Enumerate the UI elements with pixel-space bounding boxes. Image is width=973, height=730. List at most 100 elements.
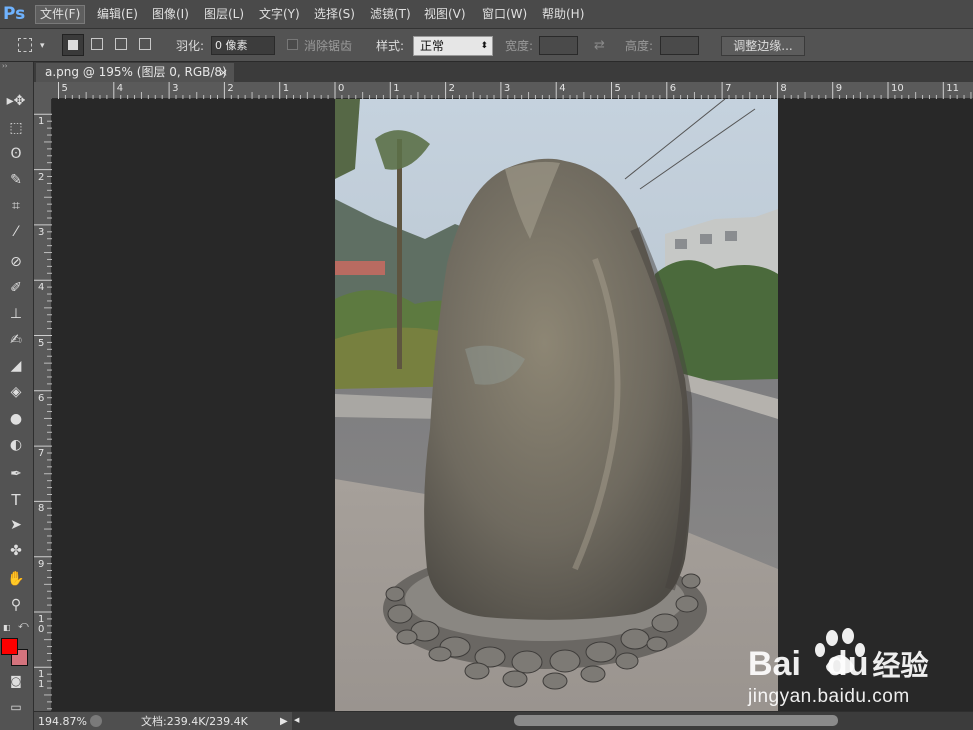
zoom-level[interactable]: 194.87%	[38, 714, 87, 729]
healing-icon[interactable]: ⊘	[4, 251, 28, 273]
antialias-checkbox[interactable]	[287, 39, 298, 50]
ruler-label: 4	[38, 282, 45, 294]
menu-bar: Ps 文件(F) 编辑(E) 图像(I) 图层(L) 文字(Y) 选择(S) 滤…	[0, 0, 973, 29]
screen-mode-icon[interactable]: ▭	[4, 696, 28, 718]
blur-icon[interactable]: ●	[4, 408, 28, 430]
ruler-label: 1	[393, 83, 400, 94]
canvas-area[interactable]	[52, 99, 973, 711]
horizontal-scrollbar[interactable]: ◀	[292, 712, 973, 730]
ruler-label: 6	[38, 392, 45, 404]
ruler-label: 6	[669, 83, 677, 94]
quick-mask-icon[interactable]: ◙	[4, 670, 28, 692]
brush-icon[interactable]: ✐	[4, 277, 28, 299]
menu-file[interactable]: 文件(F)	[35, 5, 86, 24]
feather-input[interactable]: 0 像素	[211, 36, 275, 55]
intersect-selection-icon[interactable]	[139, 38, 151, 50]
ruler-label: 3	[38, 226, 45, 238]
menu-type[interactable]: 文字(Y)	[255, 5, 304, 24]
new-selection-button[interactable]	[62, 34, 84, 56]
scroll-left-icon[interactable]: ◀	[294, 713, 299, 728]
document-tab-title: a.png @ 195% (图层 0, RGB/8)	[45, 65, 227, 79]
watermark-url: jingyan.baidu.com	[748, 686, 910, 707]
hand-icon[interactable]: ✋	[4, 568, 28, 590]
ruler-label: 2	[448, 83, 455, 94]
watermark-cn: 经验	[872, 650, 929, 681]
scrollbar-thumb[interactable]	[514, 715, 838, 726]
ruler-label: 8	[780, 83, 787, 94]
ruler-label: 10	[891, 83, 904, 94]
shape-icon[interactable]: ✤	[4, 540, 28, 562]
rock-photo	[335, 99, 778, 711]
height-input[interactable]	[660, 36, 699, 55]
subtract-selection-icon[interactable]	[115, 38, 127, 50]
ruler-label: 1 0	[38, 614, 45, 635]
baidu-jingyan-watermark: Bai du 经验 jingyan.baidu.com	[748, 624, 973, 710]
stamp-icon[interactable]: ⊥	[4, 303, 28, 325]
pen-icon[interactable]: ✒	[4, 463, 28, 485]
marquee-icon[interactable]: ⬚	[4, 117, 28, 139]
crop-icon[interactable]: ⌗	[4, 195, 28, 217]
menu-view[interactable]: 视图(V)	[420, 5, 470, 24]
lasso-icon[interactable]: ʘ	[4, 143, 28, 165]
path-select-icon[interactable]: ➤	[4, 514, 28, 536]
swap-colors-icon[interactable]: ⤺	[18, 620, 29, 631]
document-image[interactable]	[335, 99, 778, 711]
swap-icon[interactable]: ⇄	[594, 37, 605, 55]
watermark-brand: Bai	[748, 645, 801, 683]
refine-edge-button[interactable]: 调整边缘...	[721, 36, 805, 56]
vertical-ruler[interactable]: 1 2 3 4 5 6 7 8 9 1 0 1 1	[34, 99, 52, 711]
bucket-icon[interactable]: ◈	[4, 381, 28, 403]
ruler-label: 11	[946, 83, 960, 94]
ruler-label: 2	[38, 171, 45, 183]
close-icon[interactable]: ×	[219, 63, 228, 82]
ruler-label: 1 1	[38, 669, 45, 691]
preset-dropdown-icon[interactable]: ▾	[40, 37, 45, 55]
quick-select-icon[interactable]: ✎	[4, 169, 28, 191]
new-selection-icon	[68, 40, 78, 50]
watermark-brand-2: du	[826, 645, 869, 683]
ruler-label: 1	[282, 83, 290, 94]
menu-image[interactable]: 图像(I)	[148, 5, 193, 24]
select-arrows-icon: ⬍	[480, 41, 488, 51]
eraser-icon[interactable]: ◢	[4, 355, 28, 377]
zoom-icon[interactable]: ⚲	[4, 594, 28, 616]
default-colors-icon[interactable]: ◧	[3, 623, 11, 632]
ruler-label: 0	[338, 83, 345, 94]
ruler-label: 3	[503, 83, 511, 94]
options-bar: ▾ 羽化: 0 像素 消除锯齿 样式: 正常 ⬍ 宽度: ⇄ 高度: 调整边缘.…	[0, 29, 973, 62]
ruler-label: 5	[61, 83, 68, 94]
marquee-preset-icon[interactable]	[18, 38, 32, 52]
foreground-color-swatch[interactable]	[1, 638, 18, 655]
menu-select[interactable]: 选择(S)	[310, 5, 359, 24]
menu-window[interactable]: 窗口(W)	[478, 5, 531, 24]
type-icon[interactable]: T	[4, 489, 28, 511]
ruler-label: 8	[38, 503, 45, 515]
feather-label: 羽化:	[176, 39, 205, 53]
ruler-label: 5	[614, 83, 621, 94]
status-info-icon[interactable]	[90, 715, 102, 727]
ruler-label: 1	[38, 116, 45, 128]
document-tab-bar: a.png @ 195% (图层 0, RGB/8) ×	[34, 62, 973, 82]
status-menu-arrow-icon[interactable]: ▶	[280, 714, 288, 729]
document-size: 文档:239.4K/239.4K	[141, 715, 248, 728]
menu-filter[interactable]: 滤镜(T)	[366, 5, 415, 24]
dodge-icon[interactable]: ◐	[4, 434, 28, 456]
ruler-label: 9	[835, 83, 843, 94]
tools-panel: ›› ▸✥ ⬚ ʘ ✎ ⌗ ⁄ ⊘ ✐ ⊥ ✍ ◢ ◈ ● ◐ ✒ T ➤ ✤ …	[0, 62, 34, 730]
history-brush-icon[interactable]: ✍	[4, 329, 28, 351]
panel-collapse-icon[interactable]: ››	[0, 62, 34, 70]
width-input[interactable]	[539, 36, 578, 55]
eyedropper-icon[interactable]: ⁄	[4, 221, 28, 243]
ruler-label: 7	[38, 448, 45, 460]
horizontal-ruler[interactable]: 5 4 3 2 1 0 1 2 3 4 5 6 7 8 9 10 11	[52, 82, 973, 99]
ruler-label: 7	[725, 83, 732, 94]
style-select[interactable]: 正常 ⬍	[413, 36, 493, 56]
document-tab[interactable]: a.png @ 195% (图层 0, RGB/8) ×	[36, 63, 234, 82]
menu-layer[interactable]: 图层(L)	[200, 5, 248, 24]
add-selection-icon[interactable]	[91, 38, 103, 50]
menu-help[interactable]: 帮助(H)	[538, 5, 588, 24]
menu-edit[interactable]: 编辑(E)	[93, 5, 142, 24]
move-icon[interactable]: ▸✥	[4, 90, 28, 112]
width-label: 宽度:	[505, 39, 534, 53]
ruler-origin[interactable]	[34, 82, 52, 99]
